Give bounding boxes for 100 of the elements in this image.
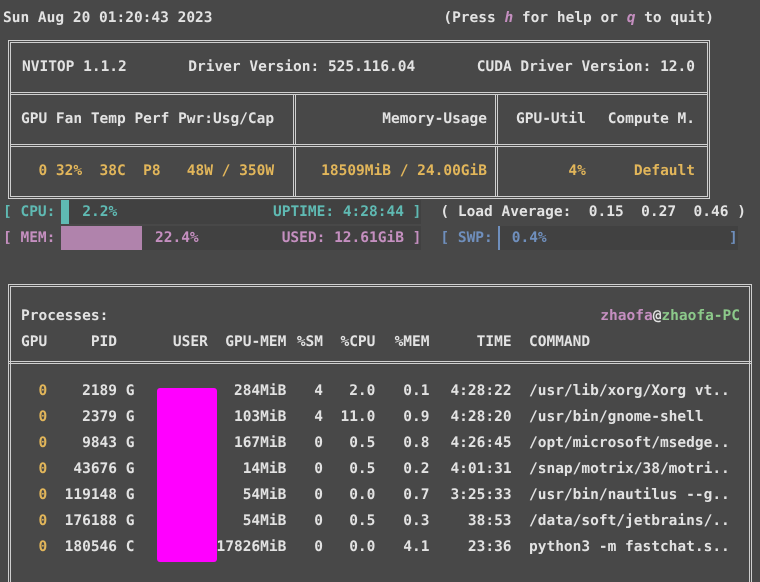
table-cell-text: 11.0 (339, 408, 376, 427)
column-header: GPU-Util (516, 110, 586, 129)
table-cell-text: 38:53 (466, 512, 512, 531)
column-header: PID (90, 333, 118, 352)
table-cell-text: 0.2 (402, 460, 430, 479)
table-cell-text: 0.5 (348, 512, 376, 531)
bracket: ] (729, 229, 738, 248)
column-header: COMMAND (528, 333, 592, 352)
column-header: GPU-MEM (224, 333, 286, 352)
cuda-version: CUDA Driver Version: 12.0 (476, 58, 695, 77)
table-cell-text: 48W / 350W (186, 162, 274, 181)
table-cell-text: 0 (37, 382, 48, 401)
table-cell-text: 167MiB (232, 434, 286, 453)
table-cell-text: /opt/microsoft/msedge.. (528, 434, 731, 453)
table-cell-text: 0.7 (402, 486, 430, 505)
table-cell-text: G (124, 408, 134, 427)
table-cell-text: 0.5 (348, 460, 376, 479)
table-cell-text: 0 (37, 460, 48, 479)
table-cell-text: 9843 (81, 434, 118, 453)
table-cell-text: 4 (313, 382, 324, 401)
column-header: Memory-Usage (382, 110, 487, 129)
table-cell-text: 2.0 (348, 382, 376, 401)
table-cell-text: 0 (37, 408, 48, 427)
table-cell-text: 0.5 (348, 434, 376, 453)
table-cell-text: 17826MiB (216, 538, 286, 557)
table-cell-text: P8 (142, 162, 162, 181)
table-cell-text: 32% (56, 162, 82, 181)
column-header: Temp (90, 110, 126, 129)
table-cell-text: 0 (37, 486, 48, 505)
table-cell-text: python3 -m fastchat.s.. (528, 538, 731, 557)
column-header: %SM (296, 333, 324, 352)
table-cell-text: 0.0 (348, 538, 376, 557)
help-hint: (Press h for help or q to quit) (443, 9, 714, 28)
table-cell-text: 4:28:20 (449, 408, 512, 427)
table-cell-text: 0 (313, 486, 324, 505)
table-cell-text: G (124, 460, 134, 479)
meter-label: [ SWP: (440, 229, 493, 248)
table-cell-text: 0.8 (402, 434, 430, 453)
table-cell-text: 4:28:22 (449, 382, 512, 401)
table-cell-text: /data/soft/jetbrains/.. (528, 512, 731, 531)
table-cell-text: Default (634, 162, 695, 181)
table-cell-text: 4 (313, 408, 324, 427)
app-version: NVITOP 1.1.2 (22, 58, 127, 77)
meter-reading: 22.4% (155, 229, 199, 248)
table-cell-text: 0 (313, 460, 324, 479)
meter-label: [ MEM: (3, 229, 56, 248)
table-cell-text: 103MiB (232, 408, 286, 427)
table-cell-text: 38C (98, 162, 126, 181)
table-cell-text: 3:25:33 (449, 486, 512, 505)
table-cell-text: 23:36 (466, 538, 512, 557)
table-cell-text: 0.9 (402, 408, 430, 427)
load-average: ( Load Average: 0.15 0.27 0.46 ) (440, 203, 746, 222)
column-header: Fan (56, 110, 82, 129)
table-cell-text: 4% (567, 162, 587, 181)
table-cell-text: 0 (37, 434, 48, 453)
table-cell-text: /snap/motrix/38/motri.. (528, 460, 731, 479)
table-cell-text: 0 (313, 512, 324, 531)
table-cell-text: 2379 (81, 408, 118, 427)
table-cell-text: /usr/bin/gnome-shell (528, 408, 705, 427)
column-header: %MEM (394, 333, 430, 352)
table-cell-text: 119148 (64, 486, 118, 505)
table-cell-text: G (124, 512, 134, 531)
table-cell-text: 0 (37, 162, 48, 181)
table-cell-text: 54MiB (242, 486, 286, 505)
user-host: zhaofa@zhaofa-PC (600, 307, 740, 326)
table-cell-text: G (124, 486, 134, 505)
table-cell-text: 0.1 (402, 382, 430, 401)
column-header: GPU (21, 110, 48, 129)
table-cell-text: G (124, 382, 134, 401)
column-header: %CPU (339, 333, 376, 352)
uptime: UPTIME: 4:28:44 ] (272, 203, 422, 222)
datetime: Sun Aug 20 01:20:43 2023 (3, 9, 213, 28)
column-header: TIME (476, 333, 512, 352)
table-cell-text: G (124, 434, 134, 453)
table-cell-text: 0.3 (402, 512, 430, 531)
column-header: USER (172, 333, 208, 352)
column-header: GPU (21, 333, 48, 352)
column-header: Pwr:Usg/Cap (178, 110, 274, 129)
memory-used: USED: 12.61GiB ] (282, 229, 422, 248)
table-cell-text: 4:26:45 (449, 434, 512, 453)
column-header: Perf (134, 110, 170, 129)
meter-reading: 0.4% (512, 229, 547, 248)
meter-label: [ CPU: (3, 203, 56, 222)
driver-version: Driver Version: 525.116.04 (188, 58, 416, 77)
table-cell-text: 54MiB (242, 512, 286, 531)
table-cell-text: 0 (37, 538, 48, 557)
table-cell-text: 43676 (72, 460, 118, 479)
table-cell-text: 0 (313, 434, 324, 453)
table-cell-text: 4.1 (402, 538, 430, 557)
meter-reading: 2.2% (82, 203, 118, 222)
column-header: Compute M. (608, 110, 695, 129)
table-cell-text: 2189 (81, 382, 118, 401)
table-cell-text: 180546 (64, 538, 118, 557)
table-cell-text: /usr/lib/xorg/Xorg vt.. (528, 382, 731, 401)
table-cell-text: 284MiB (232, 382, 286, 401)
table-cell-text: 0.0 (348, 486, 376, 505)
table-cell-text: 176188 (64, 512, 118, 531)
table-cell-text: C (124, 538, 134, 557)
table-cell-text: 14MiB (242, 460, 286, 479)
section-title: Processes: (21, 307, 108, 326)
